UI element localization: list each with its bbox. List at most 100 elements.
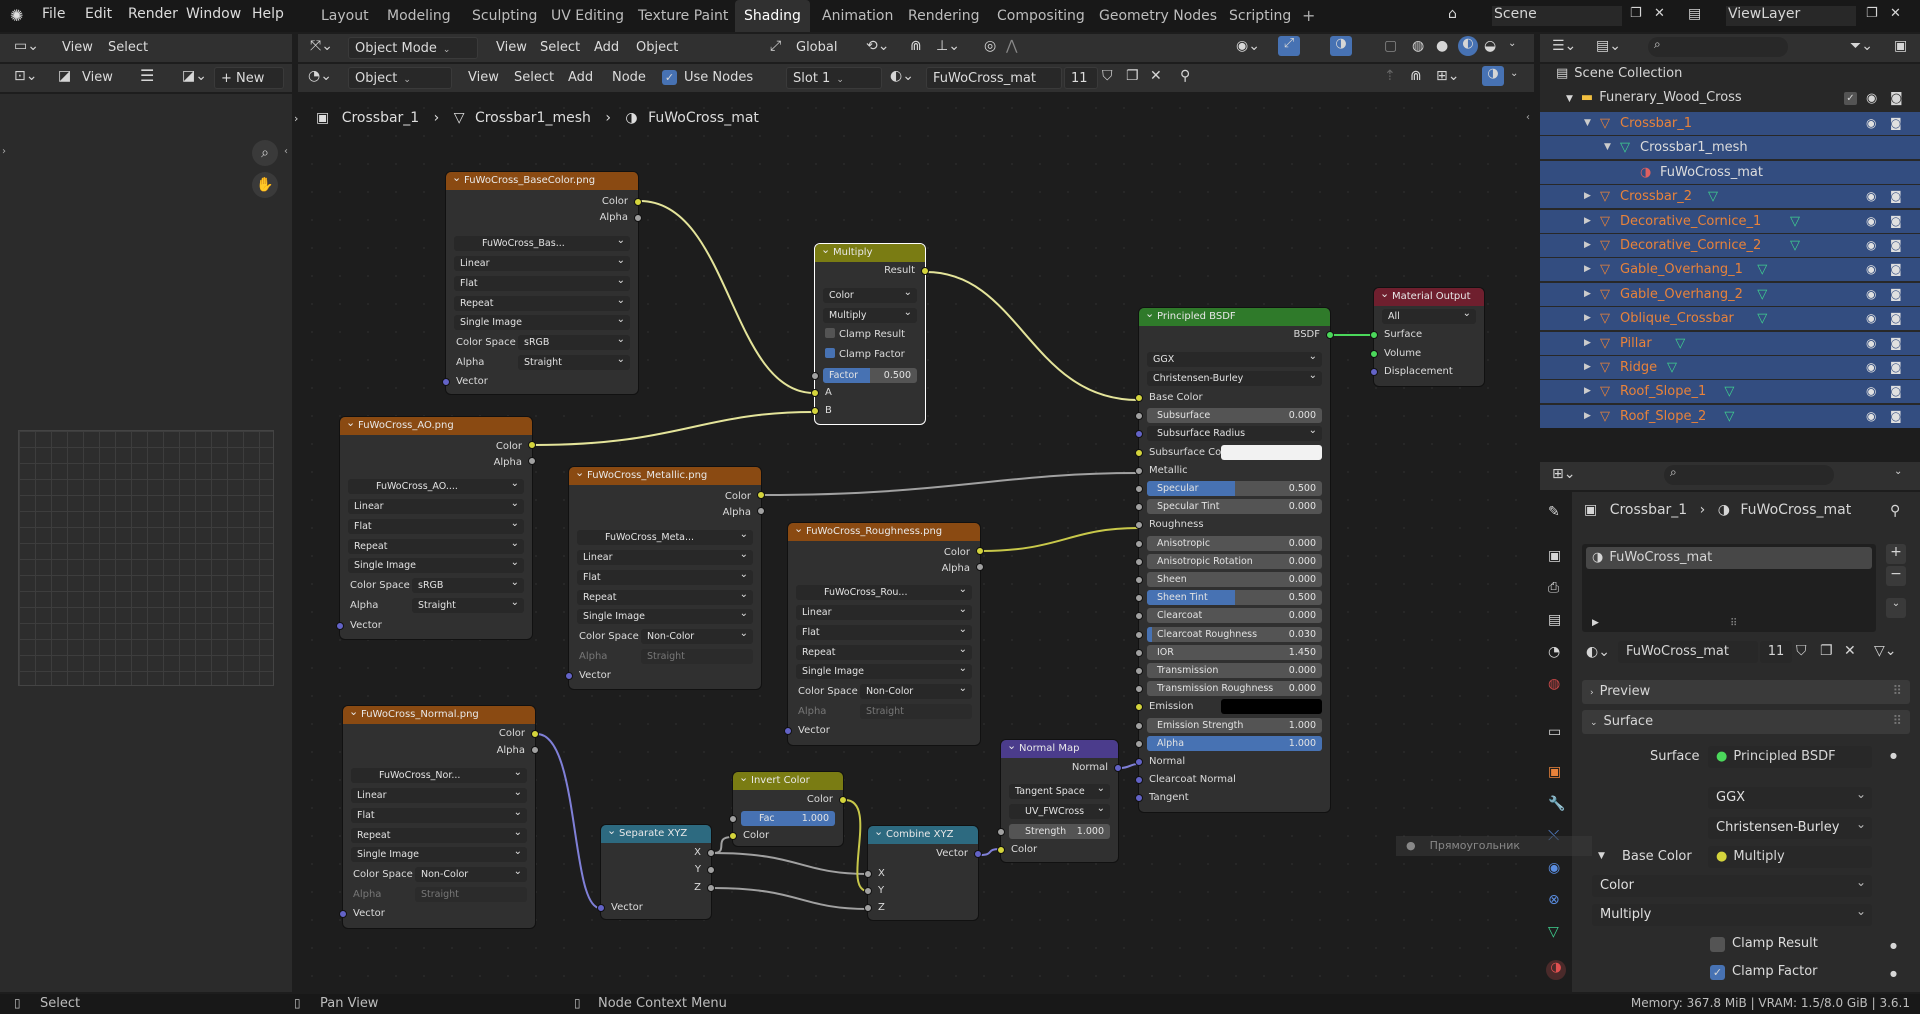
socket-anisotropic-in[interactable] [1135, 540, 1143, 548]
input-subsurface-radius-field[interactable]: Subsurface Radius [1147, 426, 1322, 441]
mesh-data-icon[interactable]: ▽ [1724, 405, 1734, 428]
collapse-triangle-icon[interactable]: ▼ [1604, 136, 1611, 159]
node-combine-xyz[interactable]: Combine XYZ Vector X Y Z [864, 823, 982, 920]
viewport-add-menu[interactable]: Add [588, 37, 625, 59]
overlay-icon[interactable]: ◑ [1330, 36, 1352, 56]
socket-bsdf-out[interactable] [1326, 331, 1334, 339]
node-sidebar-toggle-icon[interactable]: ‹ [1526, 112, 1530, 123]
visibility-eye-icon[interactable]: ◉ [1866, 380, 1876, 403]
fac-slider[interactable]: Fac 1.000 [741, 811, 835, 826]
socket-factor-in[interactable] [811, 372, 819, 380]
view-layer-icon[interactable]: ▤ [1688, 6, 1701, 22]
strength-slider[interactable]: Strength 1.000 [1009, 824, 1110, 839]
properties-editor-type-icon[interactable]: ⊞⌄ [1552, 466, 1575, 482]
socket-color-out[interactable] [757, 491, 765, 499]
socket-z-out[interactable] [707, 884, 715, 892]
material-tab-icon[interactable]: ◑ [1546, 960, 1566, 980]
outliner-item[interactable]: ▶ ▽ Pillar ▽ ◉ ◙ [1540, 331, 1920, 355]
input-transmission-roughness-field[interactable]: Transmission Roughness 0.000 [1147, 681, 1322, 696]
view-layer-copy-icon[interactable]: ❐ [1866, 6, 1878, 21]
socket-z-in[interactable] [864, 904, 872, 912]
render-camera-icon[interactable]: ◙ [1890, 380, 1902, 403]
node-normal-map[interactable]: Normal Map Normal Tangent Space UV_FWCro… [997, 737, 1122, 862]
expand-triangle-icon[interactable]: ▶ [1584, 307, 1591, 330]
collapse-triangle-icon[interactable]: ▼ [1584, 112, 1591, 135]
display-mode-icon[interactable]: ▤⌄ [1596, 38, 1621, 54]
render-camera-icon[interactable]: ◙ [1890, 307, 1902, 330]
tab-texture-paint[interactable]: Texture Paint [629, 0, 737, 32]
node-select-menu[interactable]: Select [508, 67, 560, 89]
factor-slider[interactable]: Factor 0.500 [823, 368, 917, 383]
render-tab-icon[interactable]: ▣ [1548, 548, 1561, 564]
subsurface-color-swatch[interactable] [1221, 445, 1322, 460]
mesh-data-icon[interactable]: ▽ [1757, 258, 1767, 281]
duplicate-material-icon[interactable]: ❐ [1126, 68, 1139, 84]
tab-geometry-nodes[interactable]: Geometry Nodes [1090, 0, 1226, 32]
pan-hand-icon[interactable]: ✋ [252, 172, 278, 198]
image-mode-icon[interactable]: ◪ [58, 68, 71, 84]
socket-ior-in[interactable] [1135, 649, 1143, 657]
input-subsurface-field[interactable]: Subsurface 0.000 [1147, 408, 1322, 423]
mix-data-type-dropdown[interactable]: Color [1592, 871, 1872, 897]
extension-dropdown[interactable]: Repeat [348, 539, 524, 554]
color-space-dropdown[interactable]: Non-Color [415, 867, 527, 882]
falloff-icon[interactable]: ⋀ [1006, 38, 1017, 54]
socket-alpha-out[interactable] [757, 507, 765, 515]
visibility-eye-icon[interactable]: ◉ [1866, 405, 1876, 428]
visibility-eye-icon[interactable]: ◉ [1866, 234, 1876, 257]
hamburger-menu-icon[interactable]: ☰ [140, 66, 154, 85]
scene-tab-icon[interactable]: ◔ [1548, 644, 1560, 660]
pivot-icon[interactable]: ⟲⌄ [866, 38, 889, 54]
input-alpha-field[interactable]: Alpha 1.000 [1147, 736, 1322, 751]
outliner-item[interactable]: ▶ ▽ Roof_Slope_1 ▽ ◉ ◙ [1540, 380, 1920, 404]
clamp-factor-checkbox[interactable]: ✓ [1710, 965, 1725, 980]
expand-triangle-icon[interactable]: ▶ [1584, 234, 1591, 257]
input-specular-field[interactable]: Specular 0.500 [1147, 481, 1322, 496]
properties-pin-icon[interactable]: ⚲ [1890, 503, 1900, 519]
node-add-menu[interactable]: Add [562, 67, 599, 89]
preview-panel-header[interactable]: › Preview ⠿ [1582, 680, 1910, 704]
expand-triangle-icon[interactable]: ▶ [1584, 380, 1591, 403]
material-browse-icon[interactable]: ◐⌄ [890, 68, 914, 84]
image-browse-icon[interactable]: ◪⌄ [182, 68, 207, 84]
socket-sheen-in[interactable] [1135, 576, 1143, 584]
source-dropdown[interactable]: Single Image [454, 315, 630, 330]
outliner-collection[interactable]: ▼ ▬ Funerary_Wood_Cross [1566, 90, 1742, 105]
material-name-field[interactable]: FuWoCross_mat [926, 67, 1062, 89]
input-anisotropic-rotation-field[interactable]: Anisotropic Rotation 0.000 [1147, 554, 1322, 569]
properties-search-field[interactable]: ⌕ [1664, 465, 1834, 485]
color-space-dropdown[interactable]: sRGB [412, 578, 524, 593]
socket-volume-in[interactable] [1370, 350, 1378, 358]
visibility-eye-icon[interactable]: ◉ [1866, 332, 1876, 355]
render-camera-icon[interactable]: ◙ [1890, 210, 1902, 233]
render-camera-icon[interactable]: ◙ [1890, 405, 1902, 428]
node-basecolor[interactable]: FuWoCross_BaseColor.png Color Alpha FuWo… [442, 169, 642, 394]
fake-user-shield-icon[interactable]: ⛉ [1102, 68, 1113, 84]
mesh-data-icon[interactable]: ▽ [1724, 380, 1734, 403]
blender-logo-icon[interactable]: ✺ [10, 6, 23, 25]
interpolation-dropdown[interactable]: Linear [351, 788, 527, 803]
outliner-item[interactable]: ▶ ▽ Gable_Overhang_1 ▽ ◉ ◙ [1540, 258, 1920, 282]
scene-icon[interactable]: ⌂ [1448, 6, 1457, 22]
visibility-eye-icon[interactable]: ◉ [1866, 112, 1876, 135]
alpha-mode-dropdown[interactable]: Straight [412, 598, 524, 613]
socket-vector-in[interactable] [336, 622, 344, 630]
solid-shading-icon[interactable]: ● [1436, 38, 1448, 54]
duplicate-material-icon[interactable]: ❐ [1820, 643, 1833, 659]
transform-icon[interactable]: ⤧⌄ [310, 38, 333, 54]
collection-eye-icon[interactable]: ◉ [1866, 91, 1877, 106]
render-camera-icon[interactable]: ◙ [1890, 258, 1902, 281]
orientation-dropdown[interactable]: Global [790, 37, 843, 59]
socket-color-out[interactable] [528, 441, 536, 449]
constraints-tab-icon[interactable]: ⊗ [1548, 892, 1560, 908]
outliner-item[interactable]: ▶ ▽ Decorative_Cornice_1 ▽ ◉ ◙ [1540, 209, 1920, 233]
menu-window[interactable]: Window [186, 6, 241, 22]
input-sheen-tint-field[interactable]: Sheen Tint 0.500 [1147, 590, 1322, 605]
render-camera-icon[interactable]: ◙ [1890, 356, 1902, 379]
tab-shading[interactable]: Shading [735, 0, 810, 32]
socket-fac-in[interactable] [729, 815, 737, 823]
outliner-editor-type-icon[interactable]: ☰⌄ [1552, 38, 1576, 54]
target-dropdown[interactable]: All [1382, 309, 1476, 324]
socket-subsurface-in[interactable] [1135, 412, 1143, 420]
collection-camera-icon[interactable]: ◙ [1890, 91, 1903, 106]
